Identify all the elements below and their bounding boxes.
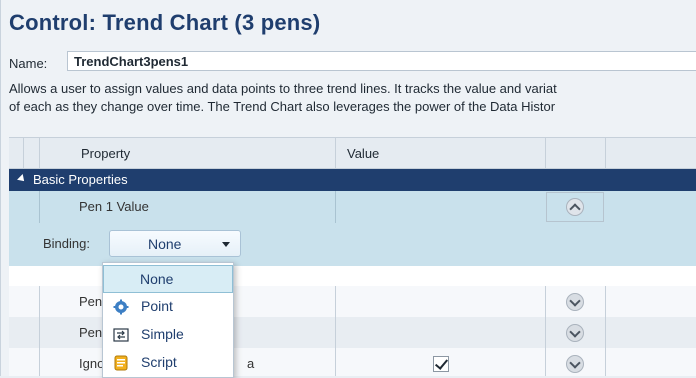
description-line-2: of each as they change over time. The Tr…	[9, 99, 556, 114]
expand-chevron-icon[interactable]	[566, 324, 584, 342]
expand-chevron-icon[interactable]	[566, 293, 584, 311]
expand-button-box[interactable]	[546, 192, 604, 222]
control-title: Control: Trend Chart (3 pens)	[9, 10, 321, 35]
property-name: Igno	[79, 356, 105, 371]
row-divider	[545, 348, 546, 376]
row-divider	[545, 286, 546, 317]
property-name: Pen 1 Value	[79, 199, 149, 214]
checkmark-icon	[434, 356, 449, 370]
control-description: Allows a user to assign values and data …	[9, 80, 696, 116]
group-label: Basic Properties	[33, 172, 128, 187]
option-label: Simple	[141, 326, 184, 342]
property-name: Pen	[79, 325, 103, 340]
row-divider	[335, 191, 336, 223]
header-divider	[39, 138, 40, 170]
description-line-1: Allows a user to assign values and data …	[9, 81, 557, 96]
collapse-triangle-icon[interactable]	[17, 174, 27, 184]
chevron-up-icon	[569, 203, 581, 215]
caret-down-icon	[222, 242, 230, 247]
row-divider	[39, 317, 40, 348]
row-divider	[335, 286, 336, 317]
row-divider	[605, 317, 606, 348]
collapse-chevron-icon[interactable]	[566, 198, 584, 216]
dropdown-option-none[interactable]: None	[103, 265, 233, 293]
binding-dropdown-list: None Point Simple Script	[102, 262, 234, 378]
header-value[interactable]: Value	[347, 146, 379, 161]
row-divider	[335, 348, 336, 376]
grid-header: Property Value	[9, 137, 696, 170]
name-field[interactable]: TrendChart3pens1	[67, 51, 696, 71]
dropdown-option-script[interactable]: Script	[103, 349, 233, 377]
binding-label: Binding:	[43, 236, 90, 251]
script-icon	[114, 355, 128, 371]
name-label: Name:	[9, 56, 48, 71]
option-label: Point	[141, 298, 173, 314]
property-row-pen1-value[interactable]: Pen 1 Value	[9, 191, 696, 223]
binding-editor: Binding: None	[9, 223, 696, 266]
binding-select[interactable]: None	[109, 230, 241, 257]
chevron-down-icon	[569, 357, 581, 369]
dropdown-option-point[interactable]: Point	[103, 293, 233, 321]
row-divider	[39, 191, 40, 223]
group-basic-properties[interactable]: Basic Properties	[9, 169, 696, 191]
header-divider	[605, 138, 606, 170]
chevron-down-icon	[569, 295, 581, 307]
header-divider	[23, 138, 24, 170]
header-divider	[335, 138, 336, 170]
value-checkbox[interactable]	[433, 356, 449, 372]
row-divider	[39, 348, 40, 376]
property-name: Pen	[79, 294, 103, 309]
row-divider	[605, 348, 606, 376]
binding-selected-value: None	[148, 236, 182, 252]
properties-panel: Control: Trend Chart (3 pens) Name: Tren…	[0, 0, 696, 378]
chevron-down-icon	[569, 326, 581, 338]
gear-icon	[113, 299, 129, 315]
dropdown-option-simple[interactable]: Simple	[103, 321, 233, 349]
row-divider	[335, 317, 336, 348]
header-property[interactable]: Property	[81, 146, 130, 161]
option-label: None	[140, 271, 174, 287]
row-divider	[545, 317, 546, 348]
simple-binding-icon	[113, 328, 129, 342]
row-divider	[605, 286, 606, 317]
expand-chevron-icon[interactable]	[566, 355, 584, 373]
row-divider	[39, 286, 40, 317]
property-name-suffix: a	[247, 356, 255, 371]
header-divider	[545, 138, 546, 170]
option-label: Script	[141, 354, 177, 370]
